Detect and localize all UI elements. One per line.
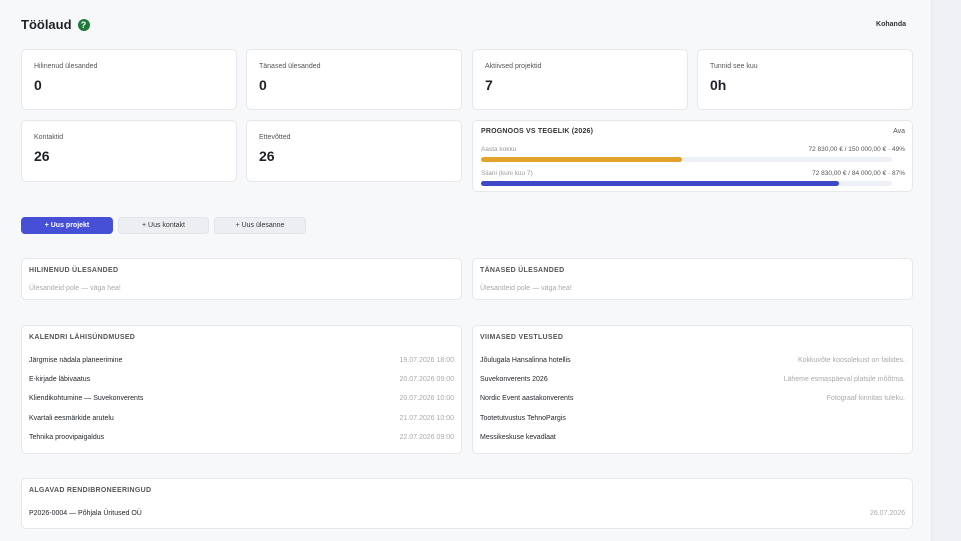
stat-card-late-tasks[interactable]: Hilinenud ülesanded 0 xyxy=(21,49,237,110)
panel-title: HILINENUD ÜLESANDED xyxy=(29,267,119,274)
empty-state-text: Ülesandeid pole — väga hea! xyxy=(480,285,572,292)
side-panel xyxy=(931,0,961,541)
conversation-note: Läheme esmaspäeval platsile mõõtma. xyxy=(783,375,905,383)
stat-card-active-projects[interactable]: Aktiivsed projektid 7 xyxy=(472,49,688,110)
stat-label: Hilinenud ülesanded xyxy=(34,63,98,70)
stat-card-hours-month[interactable]: Tunnid see kuu 0h xyxy=(697,49,913,110)
forecast-ytd-progress-fill xyxy=(481,181,839,186)
calendar-item[interactable]: Tehnika proovipaigaldus 22.07.2026 09:00 xyxy=(29,431,454,443)
stat-label: Kontaktid xyxy=(34,134,64,141)
forecast-year-progress-bar xyxy=(481,157,892,162)
page-header: Töölaud ? xyxy=(21,17,90,32)
calendar-panel: KALENDRI LÄHISÜNDMUSED Järgmise nädala p… xyxy=(21,325,462,454)
stat-value: 0 xyxy=(259,77,267,93)
rental-name: P2026-0004 — Põhjala Üritused OÜ xyxy=(29,509,142,517)
forecast-open-link[interactable]: Ava xyxy=(893,128,905,135)
forecast-ytd-progress-bar xyxy=(481,181,892,186)
forecast-row-label: Aasta kokku xyxy=(481,146,517,153)
conversation-item[interactable]: Messikeskuse kevadlaat xyxy=(480,431,905,443)
stat-card-companies[interactable]: Ettevõtted 26 xyxy=(246,120,462,182)
event-name: E-kirjade läbivaatus xyxy=(29,375,91,383)
help-icon[interactable]: ? xyxy=(77,18,90,31)
conversation-name: Nordic Event aastakonverents xyxy=(480,394,574,402)
forecast-title: PROGNOOS VS TEGELIK (2026) xyxy=(481,128,594,135)
event-name: Kliendikohtumine — Suvekonverents xyxy=(29,394,144,402)
stat-card-contacts[interactable]: Kontaktid 26 xyxy=(21,120,237,182)
dashboard: Töölaud ? Kohanda Hilinenud ülesanded 0 … xyxy=(0,0,931,541)
panel-title: ALGAVAD RENDIBRONEERINGUD xyxy=(29,487,152,494)
stat-card-today-tasks[interactable]: Tänased ülesanded 0 xyxy=(246,49,462,110)
forecast-row-ytd: Siiani (kuni kuu 7) 72 830,00 € / 84 000… xyxy=(481,170,905,177)
forecast-row-value: 72 830,00 € / 84 000,00 € · 87% xyxy=(812,170,905,177)
rentals-panel: ALGAVAD RENDIBRONEERINGUD P2026-0004 — P… xyxy=(21,478,913,529)
conversation-item[interactable]: Jõulugala Hansalinna hotellis Kokkuvõte … xyxy=(480,354,905,366)
rental-date: 26.07.2026 xyxy=(869,509,905,517)
stat-label: Ettevõtted xyxy=(259,134,291,141)
new-project-button[interactable]: + Uus projekt xyxy=(21,217,113,234)
event-date: 20.07.2026 10:00 xyxy=(399,394,455,402)
page-title: Töölaud xyxy=(21,17,72,32)
conversations-panel: VIIMASED VESTLUSED Jõulugala Hansalinna … xyxy=(472,325,913,454)
event-name: Tehnika proovipaigaldus xyxy=(29,433,105,441)
conversation-name: Tootetutvustus TehnoPargis xyxy=(480,414,566,422)
calendar-item[interactable]: Kvartali eesmärkide arutelu 21.07.2026 1… xyxy=(29,412,454,424)
stat-value: 26 xyxy=(259,148,275,164)
conversation-note: Fotograaf kinnitas tuleku. xyxy=(826,394,905,402)
event-date: 20.07.2026 09:00 xyxy=(399,375,455,383)
stat-value: 7 xyxy=(485,77,493,93)
panel-title: VIIMASED VESTLUSED xyxy=(480,334,564,341)
conversation-item[interactable]: Suvekonverents 2026 Läheme esmaspäeval p… xyxy=(480,373,905,385)
new-task-button[interactable]: + Uus ülesanne xyxy=(214,217,306,234)
conversation-name: Jõulugala Hansalinna hotellis xyxy=(480,356,571,364)
new-contact-button[interactable]: + Uus kontakt xyxy=(118,217,209,234)
conversation-item[interactable]: Nordic Event aastakonverents Fotograaf k… xyxy=(480,392,905,404)
calendar-item[interactable]: Järgmise nädala planeerimine 19.07.2026 … xyxy=(29,354,454,366)
stat-label: Tunnid see kuu xyxy=(710,63,758,70)
conversation-name: Messikeskuse kevadlaat xyxy=(480,433,556,441)
forecast-row-label: Siiani (kuni kuu 7) xyxy=(481,170,533,177)
event-name: Kvartali eesmärkide arutelu xyxy=(29,414,114,422)
event-date: 22.07.2026 09:00 xyxy=(399,433,455,441)
forecast-row-value: 72 830,00 € / 150 000,00 € · 49% xyxy=(808,146,906,153)
stat-value: 0h xyxy=(710,77,727,93)
event-date: 21.07.2026 10:00 xyxy=(399,414,455,422)
today-tasks-panel: TÄNASED ÜLESANDED Ülesandeid pole — väga… xyxy=(472,258,913,300)
forecast-row-year: Aasta kokku 72 830,00 € / 150 000,00 € ·… xyxy=(481,146,905,153)
forecast-year-progress-fill xyxy=(481,157,683,162)
stat-value: 26 xyxy=(34,148,50,164)
conversation-note: Kokkuvõte koosolekust on failides. xyxy=(797,356,905,364)
stat-label: Tänased ülesanded xyxy=(259,63,321,70)
panel-title: KALENDRI LÄHISÜNDMUSED xyxy=(29,334,136,341)
forecast-card: PROGNOOS VS TEGELIK (2026) Ava Aasta kok… xyxy=(472,120,913,192)
conversation-name: Suvekonverents 2026 xyxy=(480,375,548,383)
customize-button[interactable]: Kohanda xyxy=(876,21,906,28)
stat-value: 0 xyxy=(34,77,42,93)
calendar-item[interactable]: E-kirjade läbivaatus 20.07.2026 09:00 xyxy=(29,373,454,385)
late-tasks-panel: HILINENUD ÜLESANDED Ülesandeid pole — vä… xyxy=(21,258,462,300)
rental-item[interactable]: P2026-0004 — Põhjala Üritused OÜ 26.07.2… xyxy=(29,507,905,519)
panel-title: TÄNASED ÜLESANDED xyxy=(480,267,565,274)
event-date: 19.07.2026 18:00 xyxy=(399,356,455,364)
event-name: Järgmise nädala planeerimine xyxy=(29,356,123,364)
empty-state-text: Ülesandeid pole — väga hea! xyxy=(29,285,121,292)
conversation-item[interactable]: Tootetutvustus TehnoPargis xyxy=(480,412,905,424)
calendar-item[interactable]: Kliendikohtumine — Suvekonverents 20.07.… xyxy=(29,392,454,404)
stat-label: Aktiivsed projektid xyxy=(485,63,542,70)
